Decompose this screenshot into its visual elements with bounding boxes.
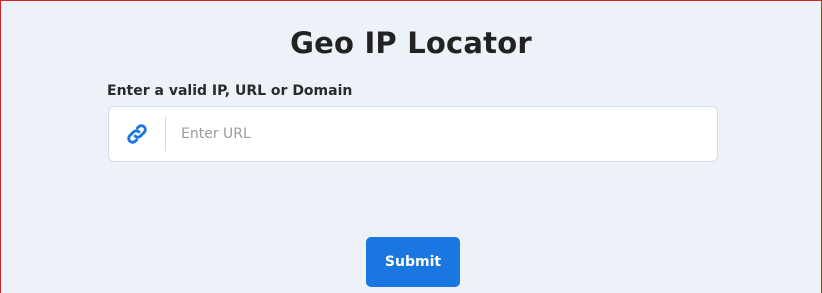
url-field-label: Enter a valid IP, URL or Domain [107,83,353,99]
page-frame: Geo IP Locator Enter a valid IP, URL or … [0,0,822,293]
page-title: Geo IP Locator [290,26,532,61]
link-icon [109,107,165,161]
url-field[interactable] [108,106,718,162]
url-input[interactable] [166,108,717,160]
submit-button[interactable]: Submit [366,237,460,287]
